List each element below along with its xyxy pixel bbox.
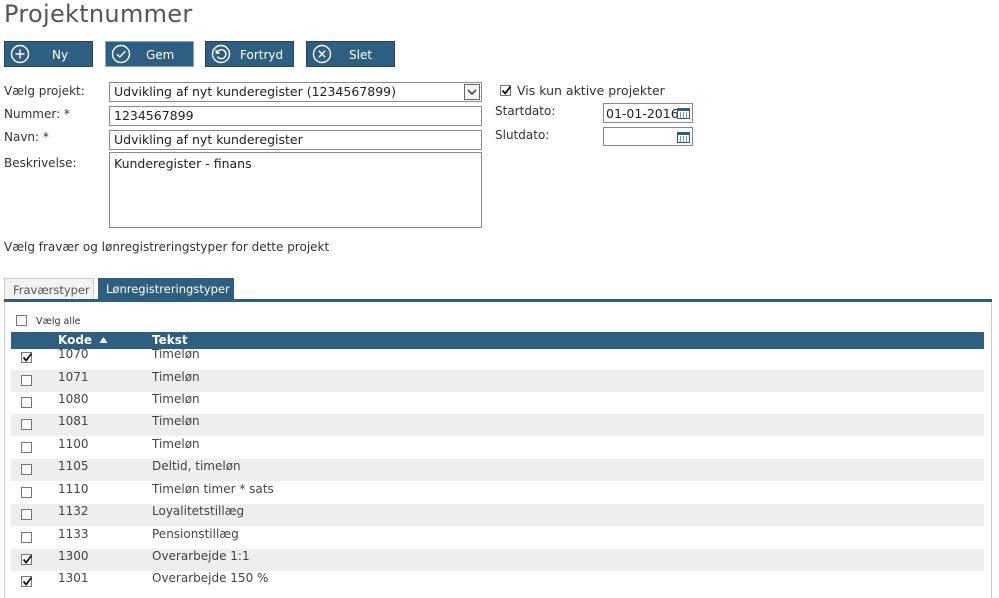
- select-all-checkbox[interactable]: [16, 315, 27, 326]
- row-text: Timeløn: [152, 437, 200, 451]
- section-subtitle: Vælg fravær og lønregistreringstyper for…: [4, 240, 330, 254]
- project-label: Vælg projekt:: [4, 84, 85, 98]
- select-all-label: Vælg alle: [36, 316, 81, 327]
- number-input[interactable]: 1234567899: [109, 106, 482, 126]
- end-date-label: Slutdato:: [495, 128, 550, 142]
- table-row[interactable]: 1301 Overarbejde 150 %: [11, 571, 984, 593]
- row-checkbox[interactable]: [21, 397, 32, 408]
- table-row[interactable]: 1300 Overarbejde 1:1: [11, 549, 984, 571]
- row-code: 1070: [58, 347, 89, 361]
- row-checkbox[interactable]: [21, 487, 32, 498]
- row-text: Timeløn: [152, 392, 200, 406]
- row-checkbox[interactable]: [21, 554, 33, 565]
- chevron-down-icon[interactable]: [464, 84, 480, 100]
- row-text: Deltid, timeløn: [152, 459, 241, 473]
- table-row[interactable]: 1133 Pensionstillæg: [11, 527, 984, 549]
- checkmark-icon: [501, 85, 512, 95]
- name-label: Navn: *: [4, 130, 49, 144]
- row-text: Overarbejde 1:1: [152, 549, 250, 563]
- row-code: 1132: [58, 504, 89, 518]
- column-header-code-label: Kode: [58, 333, 93, 347]
- checkmark-icon: [22, 576, 33, 586]
- save-button[interactable]: Gem: [105, 41, 194, 67]
- undo-button-label: Fortryd: [240, 48, 284, 62]
- row-checkbox[interactable]: [21, 464, 32, 475]
- name-input[interactable]: Udvikling af nyt kunderegister: [109, 130, 482, 150]
- only-active-label: Vis kun aktive projekter: [517, 83, 665, 98]
- row-code: 1080: [58, 392, 89, 406]
- row-checkbox[interactable]: [21, 509, 32, 520]
- new-button[interactable]: Ny: [4, 41, 93, 67]
- project-select-value: Udvikling af nyt kunderegister (12345678…: [114, 84, 396, 99]
- tab-fravaerstyper[interactable]: Fraværstyper: [4, 278, 94, 299]
- check-circle-icon: [111, 44, 131, 64]
- row-code: 1110: [58, 482, 89, 496]
- checkmark-icon: [22, 352, 33, 362]
- row-code: 1300: [58, 549, 89, 563]
- table-row[interactable]: 1132 Loyalitetstillæg: [11, 504, 984, 526]
- row-text: Pensionstillæg: [152, 527, 239, 541]
- row-checkbox[interactable]: [21, 532, 32, 543]
- save-button-label: Gem: [146, 48, 175, 62]
- row-checkbox[interactable]: [21, 375, 32, 386]
- start-date-label: Startdato:: [495, 104, 556, 118]
- plus-circle-icon: [10, 44, 30, 64]
- description-textarea[interactable]: Kunderegister - finans: [109, 152, 482, 228]
- undo-button[interactable]: Fortryd: [205, 41, 294, 67]
- only-active-checkbox[interactable]: [500, 85, 512, 96]
- start-date-value: 01-01-2016: [606, 106, 679, 121]
- row-code: 1301: [58, 571, 89, 585]
- checkmark-icon: [22, 554, 33, 564]
- delete-button-label: Slet: [349, 48, 373, 62]
- row-text: Timeløn: [152, 414, 200, 428]
- new-button-label: Ny: [52, 48, 69, 62]
- row-code: 1133: [58, 527, 89, 541]
- column-header-text[interactable]: Tekst: [152, 333, 188, 347]
- x-circle-icon: [312, 44, 332, 64]
- row-text: Timeløn: [152, 370, 200, 384]
- row-text: Timeløn: [152, 347, 200, 361]
- undo-circle-icon: [211, 44, 231, 64]
- row-checkbox[interactable]: [21, 419, 32, 430]
- calendar-icon[interactable]: [677, 131, 690, 143]
- row-code: 1081: [58, 414, 89, 428]
- page-title: Projektnummer: [4, 0, 193, 28]
- table-row[interactable]: 1100 Timeløn: [11, 437, 984, 459]
- row-checkbox[interactable]: [21, 442, 32, 453]
- row-code: 1100: [58, 437, 89, 451]
- tab-lonregistreringstyper[interactable]: Lønregistreringstyper: [98, 278, 234, 299]
- description-label: Beskrivelse:: [4, 156, 77, 170]
- row-checkbox[interactable]: [21, 352, 33, 363]
- column-header-code[interactable]: Kode: [58, 333, 108, 347]
- row-text: Loyalitetstillæg: [152, 504, 245, 518]
- table-row[interactable]: 1081 Timeløn: [11, 414, 984, 436]
- row-checkbox[interactable]: [21, 576, 33, 587]
- row-code: 1105: [58, 459, 89, 473]
- number-label: Nummer: *: [4, 107, 70, 121]
- table-row[interactable]: 1071 Timeløn: [11, 370, 984, 392]
- table-row[interactable]: 1080 Timeløn: [11, 392, 984, 414]
- row-text: Timeløn timer * sats: [152, 482, 274, 496]
- delete-button[interactable]: Slet: [306, 41, 395, 67]
- table-row[interactable]: 1105 Deltid, timeløn: [11, 459, 984, 481]
- project-select[interactable]: Udvikling af nyt kunderegister (12345678…: [109, 82, 482, 102]
- calendar-icon[interactable]: [677, 107, 690, 119]
- end-date-input[interactable]: [603, 127, 693, 146]
- table-row[interactable]: 1070 Timeløn: [11, 347, 984, 369]
- start-date-input[interactable]: 01-01-2016: [603, 103, 693, 123]
- row-text: Overarbejde 150 %: [152, 571, 269, 585]
- row-code: 1071: [58, 370, 89, 384]
- sort-ascending-icon: [99, 337, 108, 343]
- table-row[interactable]: 1110 Timeløn timer * sats: [11, 482, 984, 504]
